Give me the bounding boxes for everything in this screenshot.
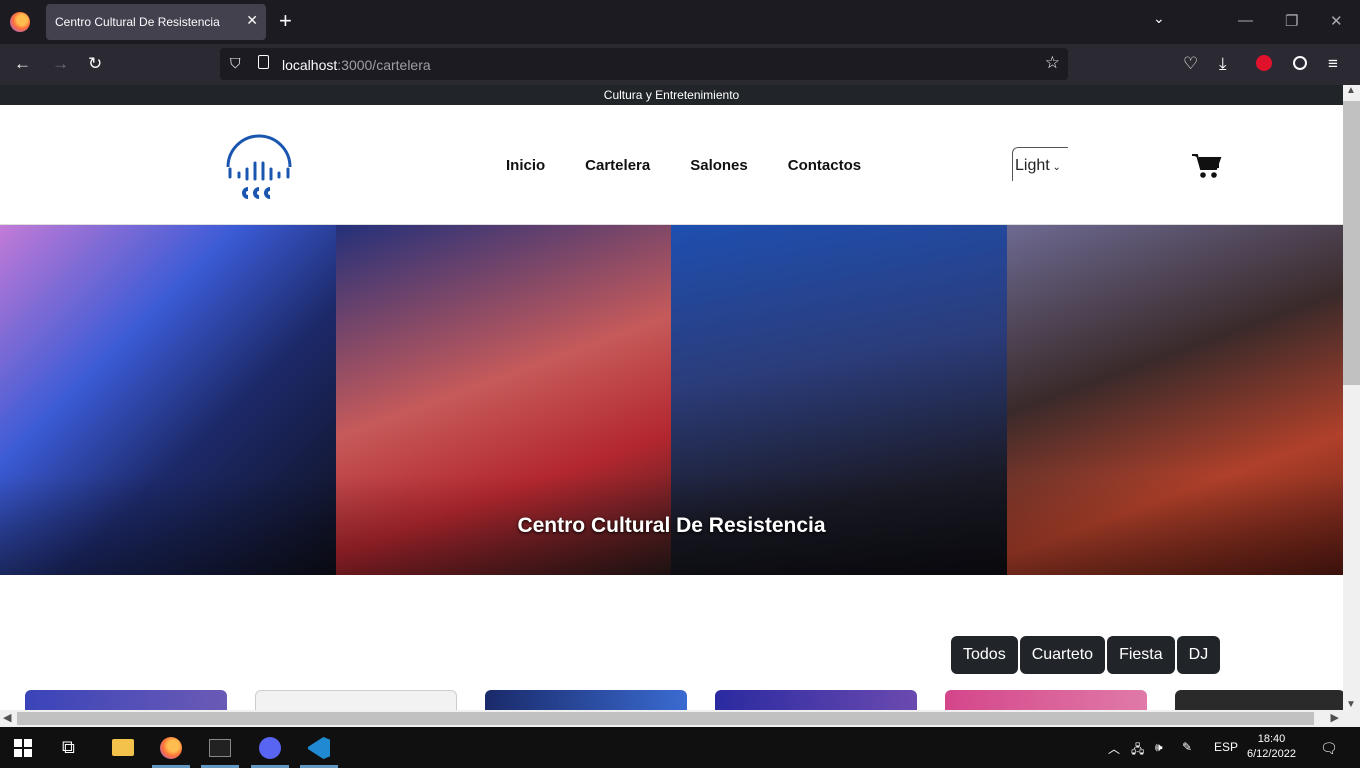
pen-icon[interactable]: ✎ [1182, 740, 1192, 754]
firefox-icon[interactable] [160, 737, 182, 759]
file-explorer-icon[interactable] [112, 739, 134, 756]
discord-icon[interactable] [259, 737, 281, 759]
close-icon[interactable]: ✕ [246, 12, 258, 29]
chevron-up-icon[interactable]: ︿ [1108, 740, 1120, 757]
clock[interactable]: 18:40 6/12/2022 [1247, 732, 1296, 762]
hero-banner: Centro Cultural De Resistencia [0, 225, 1343, 575]
restore-icon[interactable]: ❐ [1285, 12, 1298, 30]
theme-select[interactable]: Light ⌄ [1012, 147, 1068, 181]
menu-icon[interactable]: ≡ [1328, 54, 1338, 74]
cart-icon[interactable] [1192, 153, 1222, 179]
category-filters: Todos Cuarteto Fiesta DJ [951, 636, 1221, 674]
terminal-icon[interactable] [209, 739, 231, 757]
task-view-icon[interactable]: ⧉ [62, 737, 84, 759]
vscode-icon[interactable] [308, 737, 330, 759]
nav-inicio[interactable]: Inicio [506, 157, 545, 174]
minimize-icon[interactable]: — [1238, 12, 1253, 29]
url-text[interactable]: localhost:3000/cartelera [282, 57, 431, 73]
browser-tabbar: Centro Cultural De Resistencia ✕ + ⌄ — ❐… [0, 0, 1360, 44]
event-card[interactable] [25, 690, 227, 710]
scroll-right-icon[interactable]: ▶ [1331, 711, 1339, 724]
nav-contactos[interactable]: Contactos [788, 157, 861, 174]
taskbar: ⧉ ︿ 🖧 🕪 ✎ ESP 18:40 6/12/2022 🗨 [0, 727, 1360, 768]
firefox-icon[interactable] [10, 12, 30, 32]
star-icon[interactable]: ☆ [1045, 53, 1060, 73]
forward-icon[interactable]: → [52, 54, 69, 74]
notification-icon[interactable]: 🗨 [1320, 740, 1338, 757]
chevron-down-icon[interactable]: ⌄ [1153, 10, 1165, 27]
event-card[interactable] [255, 690, 457, 710]
window-close-icon[interactable]: ✕ [1330, 12, 1343, 30]
event-card[interactable] [715, 690, 917, 710]
url-bar[interactable]: ⛉ localhost:3000/cartelera ☆ [220, 48, 1068, 80]
nav-cartelera[interactable]: Cartelera [585, 157, 650, 174]
shield-icon[interactable]: ⛉ [230, 55, 241, 72]
site-header: Inicio Cartelera Salones Contactos Light… [0, 105, 1343, 225]
scroll-corner [1343, 710, 1360, 727]
extension-icon[interactable] [1256, 55, 1272, 71]
browser-navbar: ← → ↻ ⛉ localhost:3000/cartelera ☆ ♡ ⤓ ≡ [0, 44, 1360, 85]
reload-icon[interactable]: ↻ [88, 54, 102, 74]
account-icon[interactable] [1293, 56, 1307, 70]
page-viewport: Cultura y Entretenimiento Inicio Cartele… [0, 85, 1343, 710]
language-indicator[interactable]: ESP [1214, 740, 1238, 754]
download-icon[interactable]: ⤓ [1219, 54, 1227, 74]
logo[interactable] [226, 127, 292, 201]
volume-icon[interactable]: 🕪 [1155, 740, 1163, 755]
pocket-icon[interactable]: ♡ [1183, 54, 1198, 74]
scroll-up-icon[interactable]: ▲ [1346, 85, 1356, 96]
filter-fiesta-button[interactable]: Fiesta [1107, 636, 1175, 674]
browser-tab[interactable]: Centro Cultural De Resistencia ✕ [46, 4, 266, 40]
network-icon[interactable]: 🖧 [1131, 740, 1144, 761]
windows-start-icon[interactable] [14, 739, 32, 757]
nav-salones[interactable]: Salones [690, 157, 748, 174]
chevron-down-icon: ⌄ [1049, 162, 1061, 173]
event-card[interactable] [485, 690, 687, 710]
top-strip: Cultura y Entretenimiento [0, 85, 1343, 105]
main-nav: Inicio Cartelera Salones Contactos [506, 157, 861, 174]
filter-cuarteto-button[interactable]: Cuarteto [1019, 636, 1106, 674]
scroll-left-icon[interactable]: ◀ [3, 711, 11, 724]
event-card[interactable] [1175, 690, 1343, 710]
plus-icon[interactable]: + [279, 9, 292, 33]
horizontal-scrollbar[interactable]: ◀ ▶ [0, 710, 1343, 727]
scroll-thumb[interactable] [17, 712, 1314, 725]
filter-dj-button[interactable]: DJ [1176, 636, 1221, 674]
tab-title: Centro Cultural De Resistencia [55, 15, 220, 29]
page-icon [258, 55, 269, 69]
vertical-scrollbar[interactable]: ▲ ▼ [1343, 85, 1360, 710]
hero-title: Centro Cultural De Resistencia [517, 514, 826, 537]
back-icon[interactable]: ← [14, 54, 31, 74]
filter-todos-button[interactable]: Todos [951, 636, 1018, 674]
scroll-thumb[interactable] [1343, 101, 1360, 385]
scroll-down-icon[interactable]: ▼ [1346, 699, 1356, 710]
event-card[interactable] [945, 690, 1147, 710]
